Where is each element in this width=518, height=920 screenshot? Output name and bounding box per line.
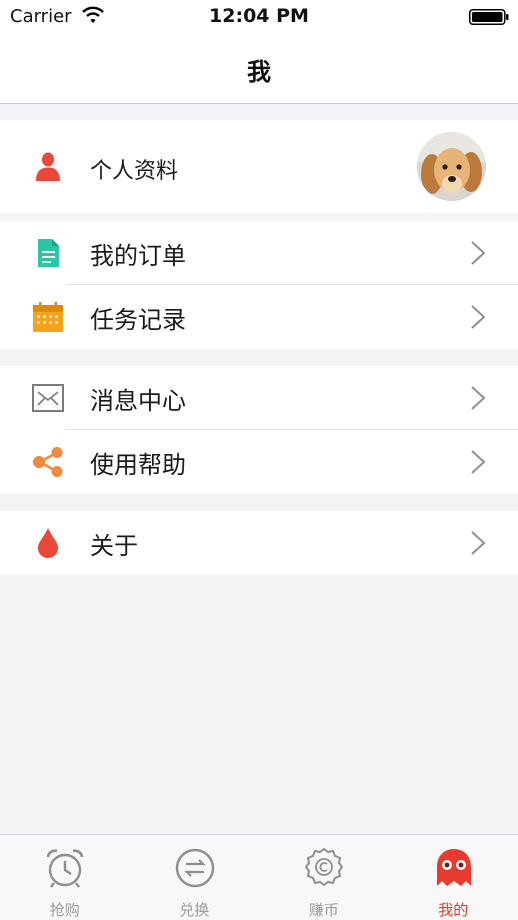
about-label: 关于 <box>90 532 138 560</box>
envelope-icon <box>32 384 64 412</box>
person-icon <box>36 152 60 181</box>
chevron-right-icon <box>471 305 486 329</box>
page-title: 我 <box>247 58 271 86</box>
messages-section: 消息中心 使用帮助 <box>0 366 518 494</box>
tab-label: 赚币 <box>308 901 339 919</box>
help-label: 使用帮助 <box>90 451 186 479</box>
calendar-icon <box>33 302 63 332</box>
coin-badge-icon <box>304 847 344 887</box>
tasks-label: 任务记录 <box>90 306 186 334</box>
document-icon <box>38 239 59 267</box>
menu-item-orders[interactable]: 我的订单 <box>0 221 518 285</box>
clock: 12:04 PM <box>209 5 309 27</box>
messages-label: 消息中心 <box>90 387 186 415</box>
menu-item-about[interactable]: 关于 <box>0 511 518 575</box>
avatar[interactable] <box>417 132 486 201</box>
tab-bar: 抢购 兑换 赚币 我的 <box>0 834 518 920</box>
chevron-right-icon <box>471 386 486 410</box>
tab-exchange[interactable]: 兑换 <box>130 835 260 920</box>
droplet-icon <box>38 528 58 558</box>
menu-item-tasks[interactable]: 任务记录 <box>0 285 518 349</box>
tab-mine[interactable]: 我的 <box>389 835 518 920</box>
menu-item-help[interactable]: 使用帮助 <box>0 430 518 494</box>
profile-row[interactable]: 个人资料 <box>0 120 518 213</box>
chevron-right-icon <box>471 531 486 555</box>
orders-section: 我的订单 任务记录 <box>0 221 518 349</box>
status-bar: Carrier 12:04 PM <box>0 0 518 34</box>
exchange-icon <box>175 848 214 888</box>
ghost-icon <box>436 849 471 886</box>
chevron-right-icon <box>471 241 486 265</box>
tab-label: 抢购 <box>49 901 80 919</box>
profile-label: 个人资料 <box>90 159 179 184</box>
tab-flash-sale[interactable]: 抢购 <box>0 835 130 920</box>
chevron-right-icon <box>471 450 486 474</box>
tab-label: 兑换 <box>179 901 210 919</box>
alarm-clock-icon <box>46 849 84 888</box>
menu-item-messages[interactable]: 消息中心 <box>0 366 518 430</box>
tab-label: 我的 <box>438 901 469 919</box>
dog-photo <box>417 132 486 201</box>
navigation-bar: 我 <box>0 34 518 104</box>
orders-label: 我的订单 <box>90 242 186 270</box>
share-icon <box>33 447 63 477</box>
tab-earn-coins[interactable]: 赚币 <box>259 835 389 920</box>
about-section: 关于 <box>0 511 518 575</box>
battery-icon <box>469 9 509 25</box>
